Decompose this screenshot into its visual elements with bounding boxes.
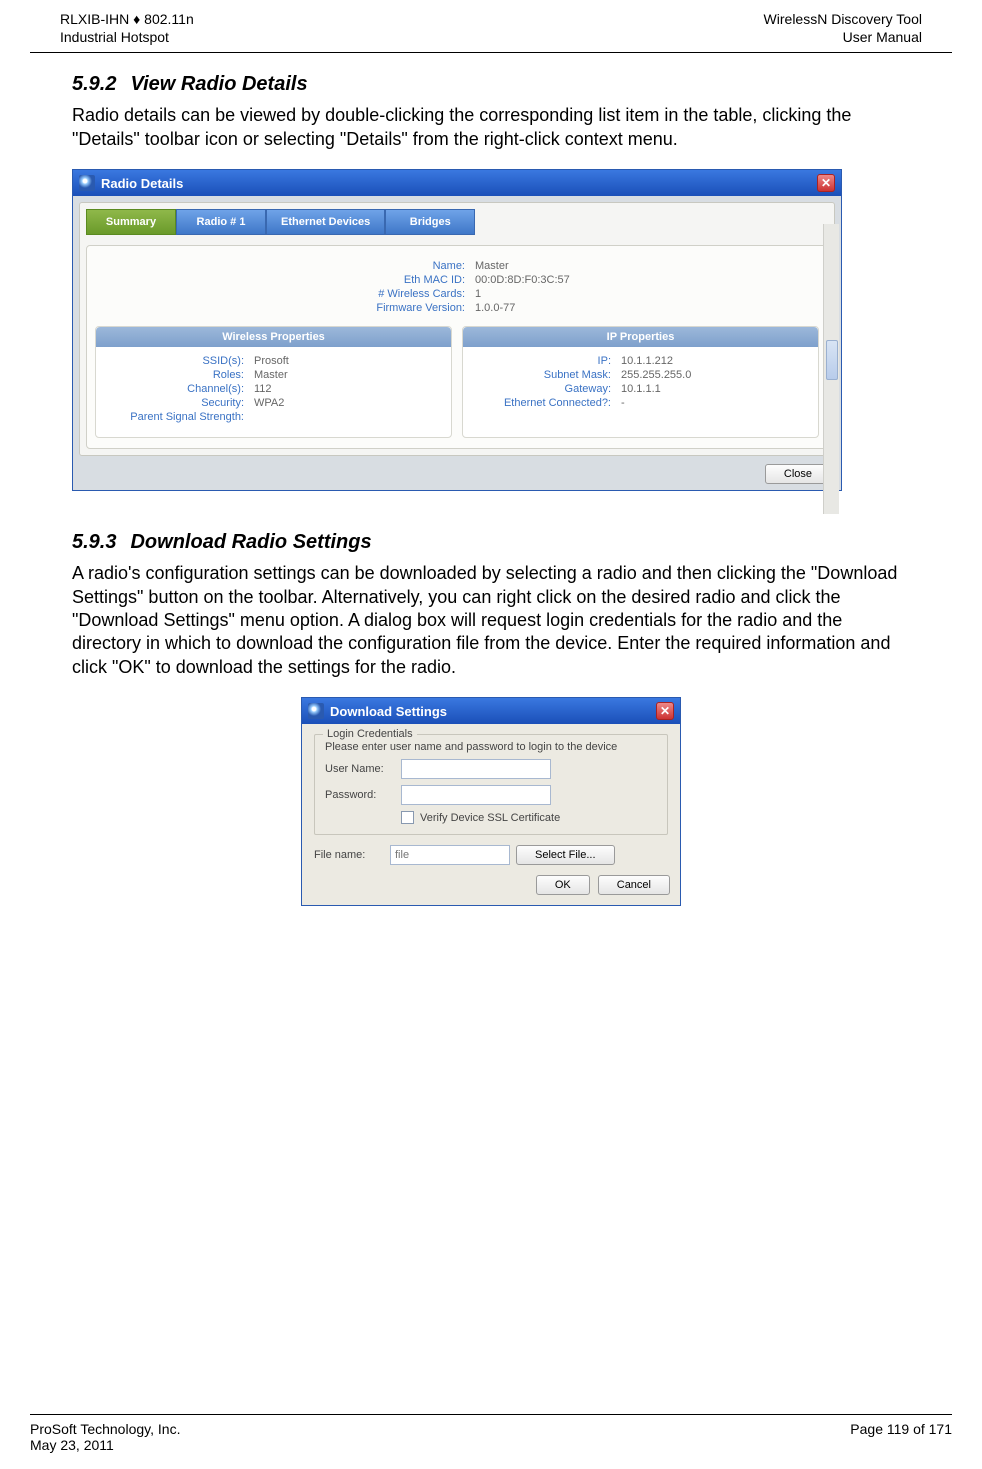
value-roles: Master	[254, 369, 443, 381]
section-593-body: A radio's configuration settings can be …	[72, 562, 910, 679]
summary-card: Name:Master Eth MAC ID:00:0D:8D:F0:3C:57…	[86, 245, 828, 449]
label-name: Name:	[275, 260, 475, 272]
header-right-line2: User Manual	[764, 28, 922, 46]
header-left: RLXIB-IHN ♦ 802.11n Industrial Hotspot	[60, 10, 194, 46]
ok-button[interactable]: OK	[536, 875, 590, 895]
label-eth-conn: Ethernet Connected?:	[471, 397, 621, 409]
value-gateway: 10.1.1.1	[621, 383, 810, 395]
value-name: Master	[475, 260, 819, 272]
summary-kv: Name:Master Eth MAC ID:00:0D:8D:F0:3C:57…	[95, 256, 819, 326]
ip-panel: IP Properties IP:10.1.1.212 Subnet Mask:…	[462, 326, 819, 438]
label-security: Security:	[104, 397, 254, 409]
tab-bridges[interactable]: Bridges	[385, 209, 475, 235]
label-parent-signal: Parent Signal Strength:	[104, 411, 254, 423]
close-button[interactable]: Close	[765, 464, 831, 484]
header-right: WirelessN Discovery Tool User Manual	[764, 10, 922, 46]
radio-details-bottom-bar: Close	[73, 458, 841, 490]
close-icon[interactable]: ✕	[817, 174, 835, 192]
footer-left: ProSoft Technology, Inc. May 23, 2011	[30, 1421, 180, 1453]
password-label: Password:	[325, 789, 395, 801]
page-content: 5.9.2 View Radio Details Radio details ca…	[0, 53, 982, 906]
page-footer: ProSoft Technology, Inc. May 23, 2011 Pa…	[30, 1414, 952, 1453]
value-security: WPA2	[254, 397, 443, 409]
app-icon	[79, 175, 95, 191]
ip-panel-header: IP Properties	[463, 327, 818, 347]
scrollbar[interactable]	[823, 224, 839, 514]
section-592-heading: View Radio Details	[130, 73, 307, 95]
download-titlebar[interactable]: Download Settings ✕	[302, 698, 680, 724]
filename-input[interactable]	[390, 845, 510, 865]
login-prompt: Please enter user name and password to l…	[325, 741, 657, 753]
filename-label: File name:	[314, 849, 384, 861]
ssl-checkbox-label: Verify Device SSL Certificate	[420, 812, 560, 824]
label-roles: Roles:	[104, 369, 254, 381]
label-fw: Firmware Version:	[275, 302, 475, 314]
label-gateway: Gateway:	[471, 383, 621, 395]
cancel-button[interactable]: Cancel	[598, 875, 670, 895]
section-592-title: 5.9.2 View Radio Details	[72, 73, 910, 96]
page-header: RLXIB-IHN ♦ 802.11n Industrial Hotspot W…	[30, 0, 952, 53]
tab-radio1[interactable]: Radio # 1	[176, 209, 266, 235]
label-mac: Eth MAC ID:	[275, 274, 475, 286]
wireless-panel: Wireless Properties SSID(s):Prosoft Role…	[95, 326, 452, 438]
value-fw: 1.0.0-77	[475, 302, 819, 314]
section-593-heading: Download Radio Settings	[130, 531, 371, 553]
label-ip: IP:	[471, 355, 621, 367]
footer-date: May 23, 2011	[30, 1437, 180, 1453]
close-icon[interactable]: ✕	[656, 702, 674, 720]
value-eth-conn: -	[621, 397, 810, 409]
ssl-checkbox[interactable]	[401, 811, 414, 824]
select-file-button[interactable]: Select File...	[516, 845, 615, 865]
value-mac: 00:0D:8D:F0:3C:57	[475, 274, 819, 286]
section-592-num: 5.9.2	[72, 73, 116, 95]
header-left-line1: RLXIB-IHN ♦ 802.11n	[60, 10, 194, 28]
password-input[interactable]	[401, 785, 551, 805]
footer-company: ProSoft Technology, Inc.	[30, 1421, 180, 1437]
value-ssid: Prosoft	[254, 355, 443, 367]
tab-ethernet-devices[interactable]: Ethernet Devices	[266, 209, 385, 235]
app-icon	[308, 703, 324, 719]
value-cards: 1	[475, 288, 819, 300]
login-fieldset: Login Credentials Please enter user name…	[314, 734, 668, 835]
tab-summary[interactable]: Summary	[86, 209, 176, 235]
tabs: Summary Radio # 1 Ethernet Devices Bridg…	[86, 209, 828, 235]
download-settings-window: Download Settings ✕ Login Credentials Pl…	[301, 697, 681, 906]
section-593-num: 5.9.3	[72, 531, 116, 553]
header-right-line1: WirelessN Discovery Tool	[764, 10, 922, 28]
download-title: Download Settings	[330, 704, 447, 719]
value-subnet: 255.255.255.0	[621, 369, 810, 381]
label-ssid: SSID(s):	[104, 355, 254, 367]
value-ip: 10.1.1.212	[621, 355, 810, 367]
section-592-body: Radio details can be viewed by double-cl…	[72, 104, 910, 151]
label-cards: # Wireless Cards:	[275, 288, 475, 300]
section-593-title: 5.9.3 Download Radio Settings	[72, 531, 910, 554]
value-parent-signal	[254, 411, 443, 423]
scrollbar-thumb[interactable]	[826, 340, 838, 380]
username-label: User Name:	[325, 763, 395, 775]
label-subnet: Subnet Mask:	[471, 369, 621, 381]
label-channels: Channel(s):	[104, 383, 254, 395]
radio-details-window: Radio Details ✕ Summary Radio # 1 Ethern…	[72, 169, 842, 491]
username-input[interactable]	[401, 759, 551, 779]
wireless-panel-header: Wireless Properties	[96, 327, 451, 347]
header-left-line2: Industrial Hotspot	[60, 28, 194, 46]
radio-details-title: Radio Details	[101, 176, 183, 191]
login-legend: Login Credentials	[323, 728, 417, 740]
footer-page: Page 119 of 171	[850, 1421, 952, 1453]
radio-details-titlebar[interactable]: Radio Details ✕	[73, 170, 841, 196]
value-channels: 112	[254, 383, 443, 395]
